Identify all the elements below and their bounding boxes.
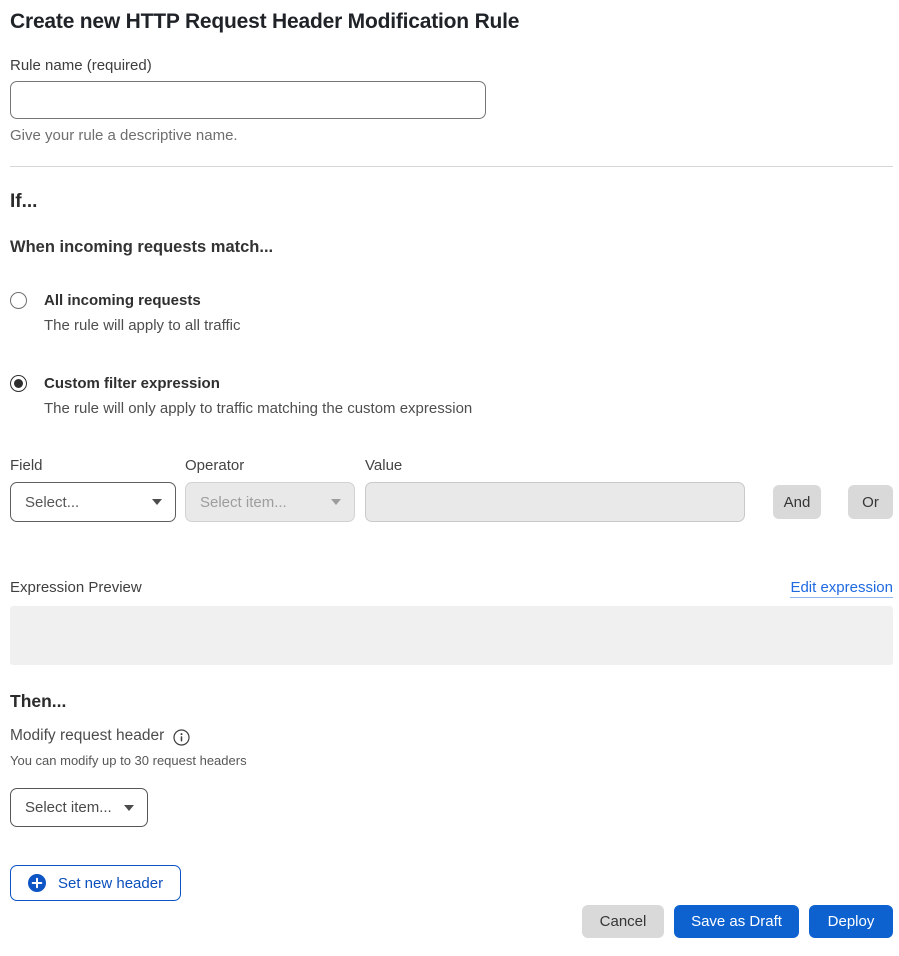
modify-header-row: Modify request header: [10, 726, 893, 746]
expression-builder-labels: Field Operator Value: [10, 456, 893, 475]
chevron-down-icon: [331, 499, 341, 505]
option-description: The rule will apply to all traffic: [44, 316, 240, 335]
radio-button-selected[interactable]: [10, 375, 27, 392]
header-select-value: Select item...: [25, 799, 112, 816]
section-divider: [10, 166, 893, 167]
operator-label: Operator: [185, 456, 365, 475]
expression-preview-row: Expression Preview Edit expression: [10, 578, 893, 598]
option-description: The rule will only apply to traffic matc…: [44, 399, 472, 418]
value-input-disabled: [365, 482, 745, 522]
field-label: Field: [10, 456, 185, 475]
save-as-draft-button[interactable]: Save as Draft: [674, 905, 799, 938]
field-select[interactable]: Select...: [10, 482, 176, 522]
operator-select-disabled: Select item...: [185, 482, 355, 522]
field-select-value: Select...: [25, 494, 79, 511]
value-label: Value: [365, 456, 402, 475]
option-custom-filter-expression[interactable]: Custom filter expression The rule will o…: [10, 374, 893, 418]
operator-select-value: Select item...: [200, 494, 287, 511]
chevron-down-icon: [124, 805, 134, 811]
set-new-header-label: Set new header: [58, 875, 163, 892]
set-new-header-button[interactable]: Set new header: [10, 865, 181, 901]
option-text: Custom filter expression The rule will o…: [44, 374, 472, 418]
if-heading: If...: [10, 189, 893, 214]
option-all-incoming-requests[interactable]: All incoming requests The rule will appl…: [10, 291, 893, 335]
option-label: All incoming requests: [44, 291, 240, 310]
radio-button-unselected[interactable]: [10, 292, 27, 309]
deploy-button[interactable]: Deploy: [809, 905, 893, 938]
rule-name-helper: Give your rule a descriptive name.: [10, 126, 893, 145]
expression-preview-box: [10, 606, 893, 665]
expression-preview-label: Expression Preview: [10, 578, 142, 597]
and-button[interactable]: And: [773, 485, 821, 519]
modify-header-helper: You can modify up to 30 request headers: [10, 753, 893, 768]
modify-header-label: Modify request header: [10, 726, 164, 746]
header-item-select[interactable]: Select item...: [10, 788, 148, 827]
option-label: Custom filter expression: [44, 374, 472, 393]
footer-actions: Cancel Save as Draft Deploy: [10, 905, 893, 938]
match-subheading: When incoming requests match...: [10, 237, 893, 258]
cancel-button[interactable]: Cancel: [582, 905, 664, 938]
edit-expression-link[interactable]: Edit expression: [790, 578, 893, 598]
then-heading: Then...: [10, 690, 893, 713]
plus-circle-icon: [28, 874, 46, 892]
info-icon[interactable]: [173, 729, 190, 746]
chevron-down-icon: [152, 499, 162, 505]
expression-builder-row: Select... Select item... And Or: [10, 482, 893, 522]
create-rule-page: Create new HTTP Request Header Modificat…: [0, 0, 899, 938]
or-button[interactable]: Or: [848, 485, 893, 519]
option-text: All incoming requests The rule will appl…: [44, 291, 240, 335]
rule-name-label: Rule name (required): [10, 56, 893, 75]
rule-name-input[interactable]: [10, 81, 486, 119]
page-title: Create new HTTP Request Header Modificat…: [10, 8, 893, 36]
